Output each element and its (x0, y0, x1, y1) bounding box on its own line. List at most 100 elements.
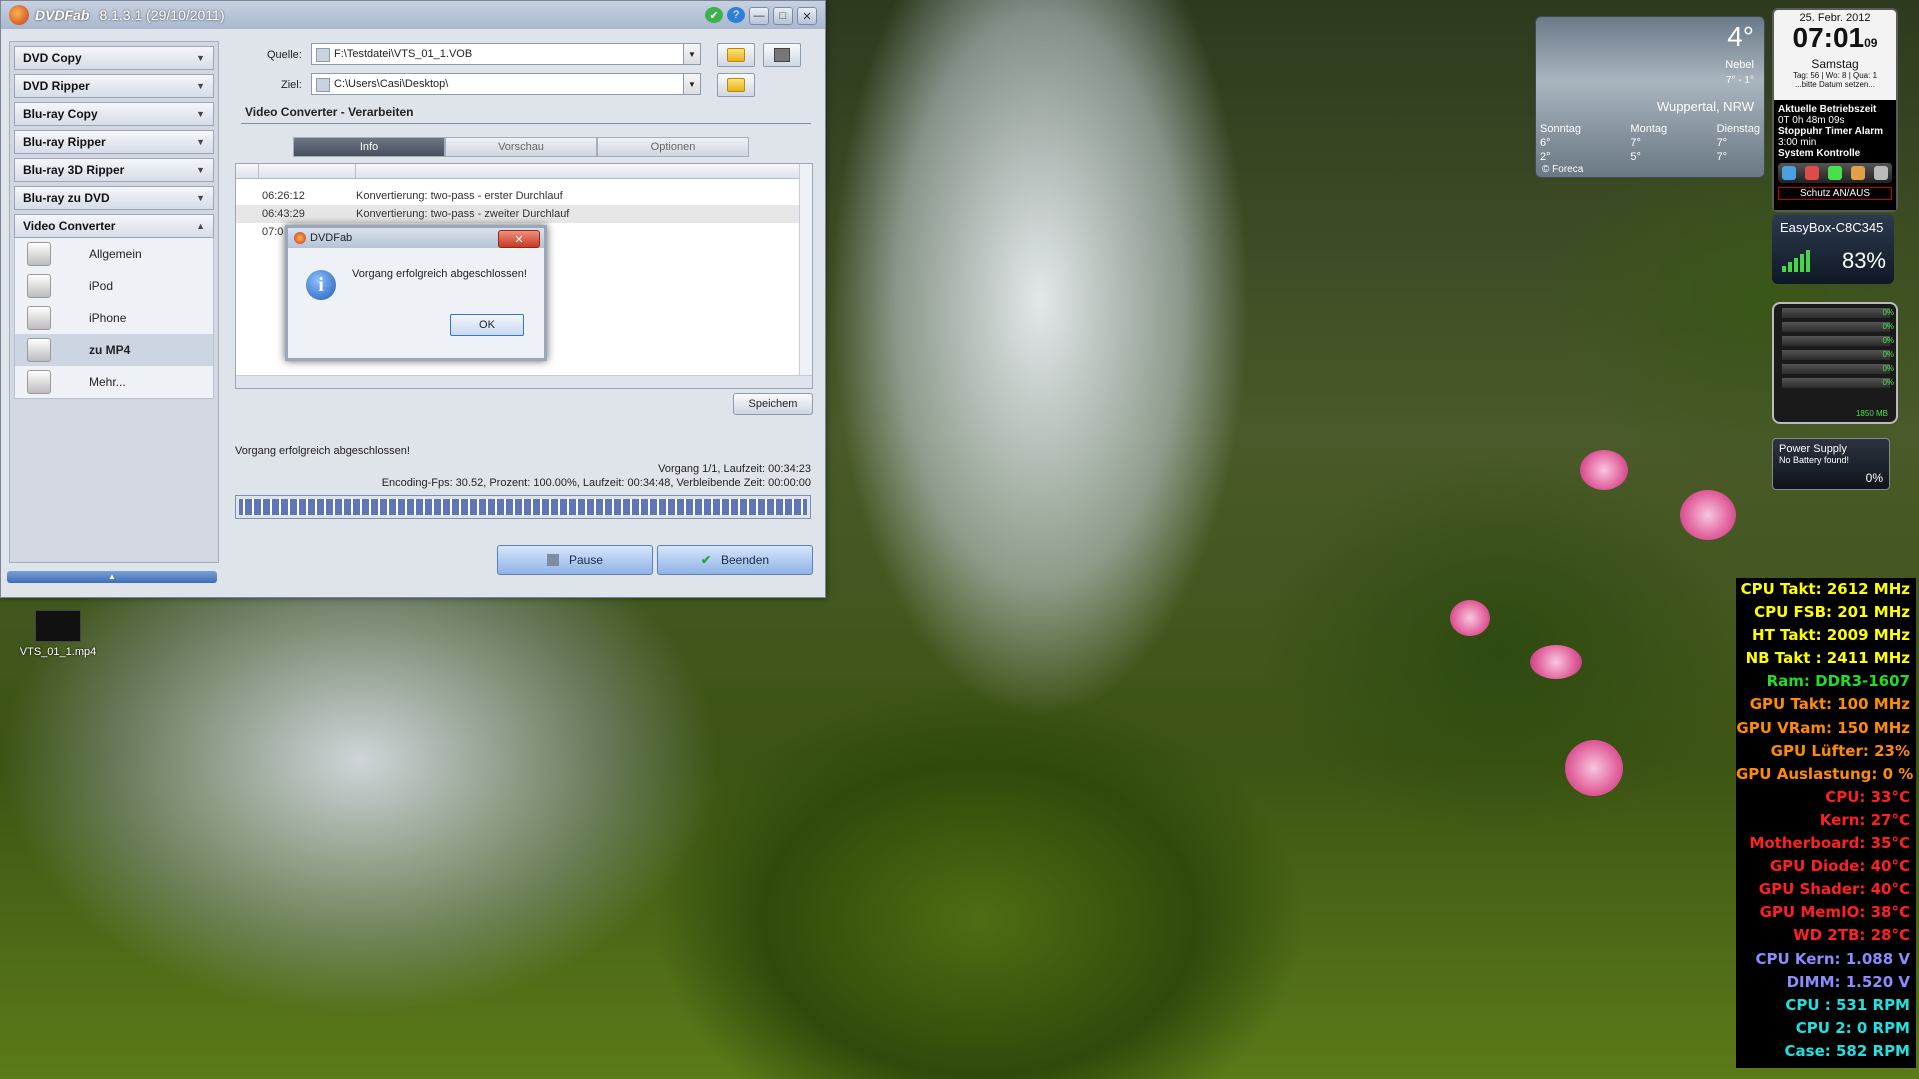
app-version: 8.1.3.1 (29/10/2011) (99, 7, 225, 23)
sidebar: DVD Copy ▼ DVD Ripper ▼ Blu-ray Copy ▼ Blu-… (9, 41, 219, 563)
uptime-value: 0T 0h 48m 09s (1778, 115, 1845, 126)
dialog-message: Vorgang erfolgreich abgeschlossen! (352, 268, 527, 280)
restart-icon[interactable] (1805, 166, 1820, 180)
finish-button[interactable]: ✔ Beenden (657, 545, 813, 575)
sidebar-item-dvd-ripper[interactable]: DVD Ripper ▼ (14, 74, 214, 98)
timer-label: Stoppuhr Timer Alarm (1778, 126, 1884, 137)
source-field[interactable]: F:\Testdatei\VTS_01_1.VOB ▼ (311, 43, 701, 65)
sleep-icon[interactable] (1827, 166, 1842, 180)
tab-vorschau[interactable]: Vorschau (445, 137, 597, 157)
hardware-reading: GPU Takt: 100 MHz (1749, 695, 1910, 714)
weather-range: 7° - 1° (1725, 75, 1754, 86)
forecast-high: 7° (1716, 137, 1728, 149)
help-icon[interactable]: ? (727, 7, 745, 23)
progress-info-line1: Vorgang 1/1, Laufzeit: 00:34:23 (658, 463, 811, 475)
sidebar-item-label: Blu-ray Ripper (23, 135, 106, 149)
power-icon[interactable] (1782, 166, 1797, 180)
target-browse-button[interactable] (717, 73, 755, 97)
sidebar-item-bluray-to-dvd[interactable]: Blu-ray zu DVD ▼ (14, 186, 214, 210)
table-row[interactable]: 06:26:12 Konvertierung: two-pass - erster… (236, 187, 812, 205)
chevron-down-icon: ▼ (196, 137, 205, 147)
clock-hhmm: 07:01 (1792, 22, 1865, 53)
close-button[interactable]: ✕ (797, 7, 817, 25)
clock-widget[interactable]: 25. Febr. 2012 07:0109 Samstag Tag: 56 |… (1772, 8, 1898, 212)
hardware-reading: Case: 582 RPM (1784, 1041, 1910, 1060)
uptime-label: Aktuelle Betriebszeit (1778, 104, 1877, 115)
hardware-reading: GPU Auslastung: 0 % (1736, 764, 1914, 783)
log-message: Konvertierung: two-pass - erster Durchla… (356, 190, 563, 202)
minimize-button[interactable]: — (749, 7, 769, 25)
hardware-reading: Motherboard: 35°C (1749, 834, 1910, 853)
target-label: Ziel: (281, 79, 302, 91)
weather-widget[interactable]: 4° Nebel 7° - 1° Wuppertal, NRW Sonntag 6… (1535, 16, 1765, 178)
submenu-item-iphone[interactable]: iPhone (15, 302, 213, 334)
forecast-high: 7° (1630, 137, 1641, 149)
hardware-reading: CPU Kern: 1.088 V (1755, 949, 1910, 968)
tab-optionen[interactable]: Optionen (597, 137, 749, 157)
dialog-close-button[interactable]: ✕ (498, 230, 540, 248)
cpu-meter-widget[interactable]: 0% 0% 0% 0% 0% 0% 1850 MB (1772, 302, 1898, 424)
sidebar-collapse-button[interactable]: ▲ (7, 571, 217, 583)
clock-time: 07:0109 (1774, 24, 1896, 57)
source-browse-button[interactable] (717, 43, 755, 67)
disc-icon (774, 48, 790, 62)
logoff-icon[interactable] (1873, 166, 1888, 180)
dvdfab-logo-icon (294, 232, 306, 244)
cpu-core-bar: 0% (1782, 308, 1894, 318)
submenu-label: iPhone (89, 311, 127, 325)
ok-button[interactable]: OK (450, 314, 524, 336)
hardware-reading: CPU FSB: 201 MHz (1754, 603, 1910, 622)
timer-value[interactable]: 3:00 min (1778, 137, 1816, 148)
target-field[interactable]: C:\Users\Casi\Desktop\ ▼ (311, 73, 701, 95)
pause-button[interactable]: Pause (497, 545, 653, 575)
sidebar-item-label: Blu-ray Copy (23, 107, 98, 121)
monitor-icon (27, 242, 51, 266)
sidebar-item-bluray-3d-ripper[interactable]: Blu-ray 3D Ripper ▼ (14, 158, 214, 182)
hardware-reading: GPU Shader: 40°C (1758, 880, 1910, 899)
check-icon[interactable]: ✔ (705, 7, 723, 23)
sidebar-item-bluray-ripper[interactable]: Blu-ray Ripper ▼ (14, 130, 214, 154)
forecast-low: 2° (1540, 151, 1551, 163)
completion-dialog: DVDFab ✕ i Vorgang erfolgreich abgeschlo… (285, 225, 547, 361)
submenu-label: zu MP4 (89, 343, 131, 357)
vertical-scrollbar[interactable] (799, 164, 812, 388)
weather-condition: Nebel (1725, 59, 1754, 71)
submenu-item-allgemein[interactable]: Allgemein (15, 238, 213, 270)
hardware-reading: WD 2TB: 28°C (1793, 926, 1910, 945)
submenu-item-zu-mp4[interactable]: zu MP4 (15, 334, 213, 366)
power-supply-widget[interactable]: Power Supply No Battery found! 0% (1772, 438, 1890, 490)
chevron-down-icon[interactable]: ▼ (683, 44, 700, 64)
submenu-item-mehr[interactable]: Mehr... (15, 366, 213, 398)
protect-toggle[interactable]: Schutz AN/AUS (1778, 187, 1892, 200)
horizontal-scrollbar[interactable] (236, 375, 812, 388)
cpu-core-value: 0% (1882, 378, 1894, 387)
tab-info[interactable]: Info (293, 137, 445, 157)
desktop-file-icon[interactable]: VTS_01_1.mp4 (18, 610, 98, 658)
chevron-down-icon[interactable]: ▼ (683, 74, 700, 94)
lock-icon[interactable] (1850, 166, 1865, 180)
folder-icon (727, 78, 745, 92)
sidebar-item-label: Blu-ray 3D Ripper (23, 163, 125, 177)
table-row[interactable]: 06:43:29 Konvertierung: two-pass - zweite… (236, 205, 812, 223)
cpu-core-value: 0% (1882, 364, 1894, 373)
flower-decoration (1565, 740, 1623, 796)
wifi-widget[interactable]: EasyBox-C8C345 83% (1772, 214, 1894, 284)
maximize-button[interactable]: □ (773, 7, 793, 25)
submenu-item-ipod[interactable]: iPod (15, 270, 213, 302)
log-time: 06:43:29 (262, 208, 305, 220)
chevron-down-icon: ▼ (196, 165, 205, 175)
weather-forecast: Sonntag 6° 2° Montag 7° 5° Dienstag 7° 7° (1540, 123, 1760, 163)
sidebar-item-bluray-copy[interactable]: Blu-ray Copy ▼ (14, 102, 214, 126)
save-log-button[interactable]: Speichem (733, 393, 813, 415)
desktop-file-label: VTS_01_1.mp4 (19, 646, 97, 658)
sidebar-item-dvd-copy[interactable]: DVD Copy ▼ (14, 46, 214, 70)
log-time: 06:26:12 (262, 190, 305, 202)
sidebar-item-video-converter[interactable]: Video Converter ▲ (14, 214, 214, 238)
submenu-label: Mehr... (89, 375, 126, 389)
source-disc-button[interactable] (763, 43, 801, 67)
cpu-core-bar: 0% (1782, 322, 1894, 332)
forecast-day: Sonntag 6° 2° (1540, 123, 1581, 163)
clock-info: Tag: 56 | Wo: 8 | Qua: 1 (1792, 71, 1878, 80)
dvdfab-logo-icon (9, 5, 29, 25)
title-bar[interactable]: DVDFab 8.1.3.1 (29/10/2011) ✔ ? — □ ✕ (1, 1, 825, 29)
